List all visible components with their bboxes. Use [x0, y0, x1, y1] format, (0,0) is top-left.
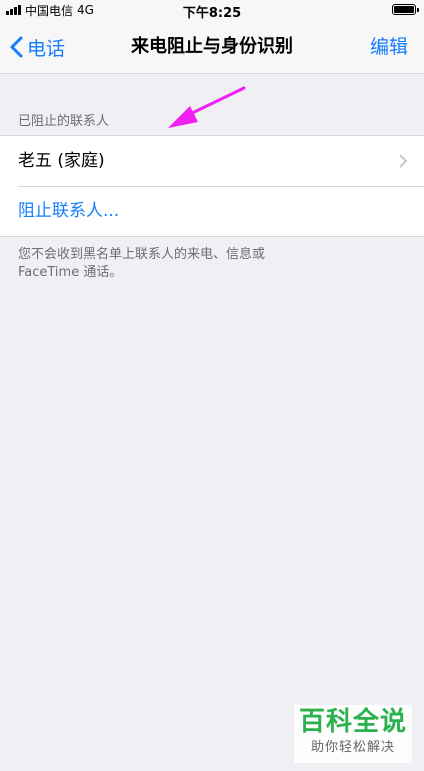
watermark-logo: 百科全说 助你轻松解决: [294, 705, 412, 763]
navigation-bar: 电话 来电阻止与身份识别 编辑: [0, 20, 424, 74]
status-time: 下午8:25: [182, 6, 242, 21]
chevron-left-icon: [10, 36, 23, 58]
annotation-arrow-icon: [168, 86, 246, 128]
edit-button[interactable]: 编辑: [370, 20, 408, 74]
blocked-contact-row[interactable]: 老五 (家庭): [0, 136, 424, 186]
blocked-contact-name: 老五 (家庭): [18, 151, 105, 171]
battery-icon: [392, 4, 419, 15]
battery-level-fill: [394, 6, 414, 13]
watermark-sub-text: 助你轻松解决: [310, 740, 395, 755]
blocked-contacts-footer-note: 您不会收到黑名单上联系人的来电、信息或 FaceTime 通话。: [18, 247, 266, 280]
blocked-contacts-list: 老五 (家庭) 阻止联系人...: [0, 135, 424, 237]
page-title: 来电阻止与身份识别: [131, 36, 293, 57]
section-header-blocked-contacts: 已阻止的联系人: [18, 114, 110, 129]
back-button-label: 电话: [27, 37, 66, 60]
status-bar: 中国电信 4G 下午8:25: [0, 0, 424, 21]
block-contact-label: 阻止联系人...: [18, 201, 120, 221]
block-contact-button[interactable]: 阻止联系人...: [0, 186, 424, 236]
back-button[interactable]: 电话: [10, 20, 65, 74]
watermark-main-text: 百科全说: [298, 707, 407, 737]
chevron-right-icon: [399, 154, 407, 168]
